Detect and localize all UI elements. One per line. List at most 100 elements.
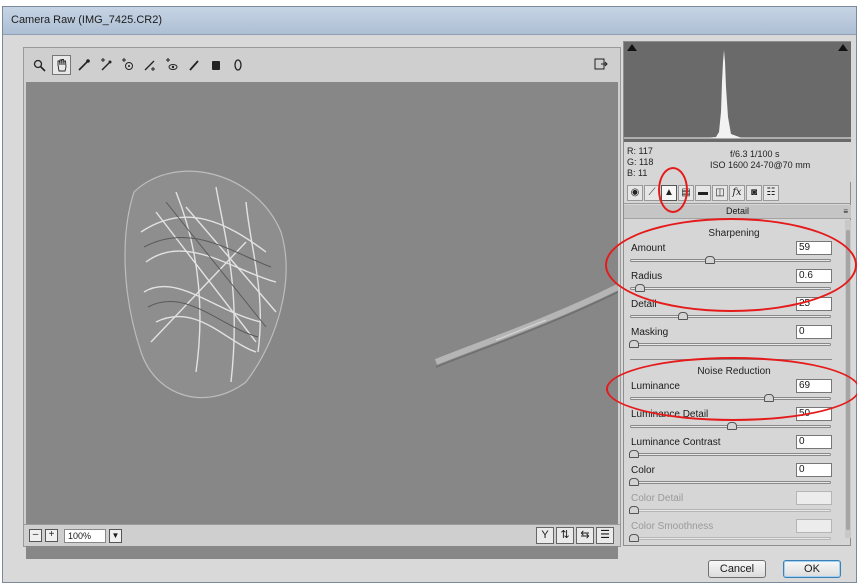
slider-row: Luminance Contrast 0 <box>624 433 844 461</box>
slider-row: Detail 25 <box>624 295 844 323</box>
g-value: G: 118 <box>627 157 654 167</box>
graduated-filter-tool-icon[interactable] <box>206 55 225 75</box>
copy-settings-icon[interactable]: ⇆ <box>576 527 594 544</box>
tab-hsl-icon[interactable]: ▤ <box>678 184 694 201</box>
masking-slider-track[interactable] <box>630 343 831 346</box>
tab-detail-icon[interactable]: ▲ <box>661 184 677 201</box>
image-info: R: 117 G: 118 B: 11 f/6.3 1/100 s ISO 16… <box>624 142 851 182</box>
adjustment-brush-tool-icon[interactable] <box>184 55 203 75</box>
masking-label: Masking <box>631 327 669 338</box>
before-after-y-icon[interactable]: Y <box>536 527 554 544</box>
preview-status-bar: – + 100% ▼ Y ⇅ ⇆ ☰ <box>24 524 620 546</box>
window-title: Camera Raw (IMG_7425.CR2) <box>11 14 162 26</box>
red-eye-tool-icon[interactable] <box>162 55 181 75</box>
masking-slider-thumb[interactable] <box>629 340 639 348</box>
slider-row: Color Smoothness <box>624 517 844 545</box>
amount-slider-thumb[interactable] <box>705 256 716 264</box>
ok-button[interactable]: OK <box>783 560 841 578</box>
radius-slider-thumb[interactable] <box>634 284 645 292</box>
luminance-contrast-slider-thumb[interactable] <box>629 450 639 458</box>
tab-tone-curve-icon[interactable]: ⟋ <box>644 184 660 201</box>
luminance-detail-slider-thumb[interactable] <box>726 422 737 430</box>
slider-row: Luminance 69 <box>624 377 844 405</box>
tab-effects-icon[interactable]: fx <box>729 184 745 201</box>
noise-reduction-title: Noise Reduction <box>697 366 771 377</box>
color-smoothness-value-field <box>796 519 832 533</box>
shadow-clipping-icon[interactable] <box>627 44 637 51</box>
highlight-clipping-icon[interactable] <box>838 44 848 51</box>
cancel-button[interactable]: Cancel <box>708 560 766 578</box>
targeted-adjustment-tool-icon[interactable] <box>118 55 137 75</box>
zoom-out-icon[interactable]: – <box>29 529 42 542</box>
crop-tool-icon[interactable] <box>140 55 159 75</box>
tab-basic-icon[interactable]: ◉ <box>627 184 643 201</box>
white-balance-tool-icon[interactable] <box>74 55 93 75</box>
title-bar: Camera Raw (IMG_7425.CR2) <box>3 7 856 35</box>
luminance-slider-track[interactable] <box>630 397 831 400</box>
slider-row: Luminance Detail 50 <box>624 405 844 433</box>
amount-label: Amount <box>631 243 666 254</box>
high-pass-image <box>26 82 618 559</box>
color-sampler-tool-icon[interactable] <box>96 55 115 75</box>
amount-value-field[interactable]: 59 <box>796 241 832 255</box>
color-smoothness-label: Color Smoothness <box>631 521 714 532</box>
tab-presets-icon[interactable]: ☷ <box>763 184 779 201</box>
detail-slider-thumb[interactable] <box>677 312 688 320</box>
luminance-detail-value-field[interactable]: 50 <box>796 407 832 421</box>
zoom-tool-icon[interactable] <box>30 55 49 75</box>
zoom-dropdown-icon[interactable]: ▼ <box>109 529 122 543</box>
color-slider-thumb[interactable] <box>629 478 639 486</box>
toggle-settings-icon[interactable]: ☰ <box>596 527 614 544</box>
histogram <box>624 42 851 142</box>
amount-slider-track[interactable] <box>630 259 831 262</box>
luminance-slider-thumb[interactable] <box>763 394 774 402</box>
luminance-contrast-slider-track[interactable] <box>630 453 831 456</box>
color-detail-slider-track <box>630 509 831 512</box>
luminance-contrast-label: Luminance Contrast <box>631 437 721 448</box>
tool-bar <box>24 48 620 82</box>
luminance-value-field[interactable]: 69 <box>796 379 832 393</box>
color-smoothness-slider-thumb <box>629 534 639 542</box>
slider-row: Masking 0 <box>624 323 844 351</box>
color-value-field[interactable]: 0 <box>796 463 832 477</box>
color-detail-slider-thumb <box>629 506 639 514</box>
detail-value-field[interactable]: 25 <box>796 297 832 311</box>
color-slider-track[interactable] <box>630 481 831 484</box>
tab-camera-calibration-icon[interactable]: ◙ <box>746 184 762 201</box>
slider-row: Color Detail <box>624 489 844 517</box>
swap-settings-icon[interactable]: ⇅ <box>556 527 574 544</box>
b-value: B: 11 <box>627 168 648 178</box>
color-detail-label: Color Detail <box>631 493 684 504</box>
histogram-graph <box>624 50 851 139</box>
detail-slider-track[interactable] <box>630 315 831 318</box>
color-smoothness-slider-track <box>630 537 831 540</box>
slider-row: Amount 59 <box>624 239 844 267</box>
panel-menu-icon[interactable]: ≡ <box>843 205 848 218</box>
sharpening-group: Sharpening Amount 59 Radius 0.6 Detail 25 Mask… <box>624 224 844 351</box>
sharpening-title: Sharpening <box>708 228 760 239</box>
luminance-contrast-value-field[interactable]: 0 <box>796 435 832 449</box>
radius-slider-track[interactable] <box>630 287 831 290</box>
hand-tool-icon[interactable] <box>52 55 71 75</box>
luminance-detail-label: Luminance Detail <box>631 409 709 420</box>
zoom-level-field[interactable]: 100% <box>64 529 106 543</box>
radius-value-field[interactable]: 0.6 <box>796 269 832 283</box>
rotate-tool-icon[interactable] <box>228 55 247 75</box>
panel-tabs: ◉ ⟋ ▲ ▤ ▬ ◫ fx ◙ ☷ <box>624 182 851 204</box>
masking-value-field[interactable]: 0 <box>796 325 832 339</box>
panel-scroll-thumb[interactable] <box>846 230 850 530</box>
image-preview-canvas[interactable] <box>26 82 618 559</box>
group-divider <box>630 359 832 360</box>
tab-split-toning-icon[interactable]: ▬ <box>695 184 711 201</box>
luminance-label: Luminance <box>631 381 680 392</box>
camera-info: f/6.3 1/100 s ISO 1600 24-70@70 mm <box>710 149 810 171</box>
panel-scrollbar[interactable] <box>845 220 851 538</box>
radius-label: Radius <box>631 271 663 282</box>
rgb-readout: R: 117 G: 118 B: 11 <box>627 146 653 179</box>
tab-lens-corrections-icon[interactable]: ◫ <box>712 184 728 201</box>
preview-toggle-icon[interactable] <box>592 55 610 73</box>
color-label: Color <box>631 465 655 476</box>
iso-lens: ISO 1600 24-70@70 mm <box>710 160 811 170</box>
zoom-in-icon[interactable]: + <box>45 529 58 542</box>
preview-frame: – + 100% ▼ Y ⇅ ⇆ ☰ <box>23 47 621 559</box>
